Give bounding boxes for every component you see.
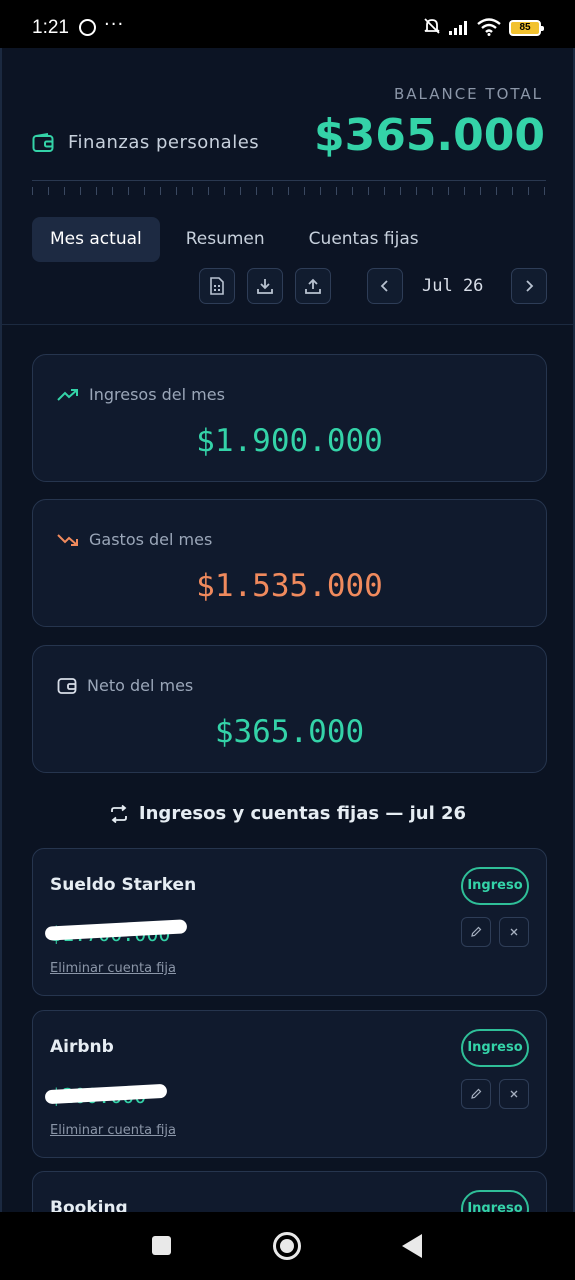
section-title: Ingresos y cuentas fijas — jul 26 (2, 803, 573, 824)
income-label: Ingresos del mes (89, 385, 225, 404)
trending-down-icon (57, 533, 78, 546)
pencil-icon (471, 926, 482, 937)
wallet-icon (32, 132, 54, 152)
whatsapp-icon (79, 19, 96, 36)
wallet-outline-icon (57, 677, 77, 694)
more-notifications-icon: ··· (104, 14, 125, 35)
previous-month-button[interactable] (367, 268, 403, 304)
income-header: Ingresos del mes (57, 385, 225, 404)
fixed-item-card: Airbnb Ingreso $200.000 Eliminar cuenta … (32, 1010, 547, 1158)
signal-icon (449, 21, 471, 35)
status-time: 1:21 (32, 17, 69, 38)
tick-ruler (32, 187, 546, 195)
net-header: Neto del mes (57, 676, 193, 695)
toolbar: Jul 26 (2, 268, 573, 306)
home-button[interactable] (273, 1232, 301, 1260)
upload-icon (305, 278, 321, 294)
system-nav-bar (0, 1212, 575, 1280)
income-card: Ingresos del mes $1.900.000 (32, 354, 547, 482)
recents-button[interactable] (152, 1236, 171, 1255)
remove-button[interactable] (499, 917, 529, 947)
delete-fixed-link[interactable]: Eliminar cuenta fija (50, 961, 176, 976)
document-icon (210, 277, 224, 295)
app-title: Finanzas personales (68, 132, 260, 153)
header: Finanzas personales BALANCE TOTAL $365.0… (2, 48, 573, 325)
tab-cuentas-fijas[interactable]: Cuentas fijas (291, 217, 437, 262)
expenses-card: Gastos del mes $1.535.000 (32, 499, 547, 627)
close-icon (510, 1090, 518, 1098)
expenses-header: Gastos del mes (57, 530, 212, 549)
item-name: Booking (50, 1198, 128, 1212)
current-month: Jul 26 (422, 276, 484, 296)
close-icon (510, 928, 518, 936)
section-title-text: Ingresos y cuentas fijas — jul 26 (138, 803, 467, 824)
net-label: Neto del mes (87, 676, 194, 695)
item-name: Airbnb (50, 1037, 114, 1057)
report-button[interactable] (199, 268, 235, 304)
app-screen: Finanzas personales BALANCE TOTAL $365.0… (0, 48, 575, 1212)
repeat-icon (111, 804, 127, 823)
item-name: Sueldo Starken (50, 875, 197, 895)
income-badge: Ingreso (461, 1029, 529, 1067)
bell-muted-icon (424, 18, 440, 34)
next-month-button[interactable] (511, 268, 547, 304)
chevron-left-icon (380, 280, 388, 292)
status-bar: 1:21 ··· 85 (0, 0, 575, 48)
download-icon (257, 279, 273, 294)
brand: Finanzas personales (32, 132, 259, 153)
download-button[interactable] (247, 268, 283, 304)
tab-mes-actual[interactable]: Mes actual (32, 217, 160, 262)
net-card: Neto del mes $365.000 (32, 645, 547, 773)
back-button[interactable] (402, 1234, 422, 1258)
chevron-right-icon (526, 280, 534, 292)
edit-button[interactable] (461, 1079, 491, 1109)
wifi-icon (477, 18, 501, 36)
expenses-label: Gastos del mes (89, 530, 213, 549)
balance-value: $365.000 (313, 110, 545, 161)
net-value: $365.000 (214, 714, 365, 750)
edit-button[interactable] (461, 917, 491, 947)
delete-fixed-link[interactable]: Eliminar cuenta fija (50, 1123, 176, 1138)
pencil-icon (471, 1088, 482, 1099)
battery-icon: 85 (509, 20, 544, 36)
trending-up-icon (57, 388, 78, 401)
upload-button[interactable] (295, 268, 331, 304)
fixed-item-card: Sueldo Starken Ingreso $1.700.000 Elimin… (32, 848, 547, 996)
income-badge: Ingreso (461, 1190, 529, 1212)
remove-button[interactable] (499, 1079, 529, 1109)
income-badge: Ingreso (461, 867, 529, 905)
fixed-item-card: Booking Ingreso (32, 1171, 547, 1212)
divider (32, 180, 546, 181)
balance-label: BALANCE TOTAL (393, 85, 543, 103)
tab-resumen[interactable]: Resumen (168, 217, 283, 262)
income-value: $1.900.000 (196, 423, 383, 459)
tab-bar: Mes actual Resumen Cuentas fijas (32, 217, 437, 262)
expenses-value: $1.535.000 (196, 568, 383, 604)
